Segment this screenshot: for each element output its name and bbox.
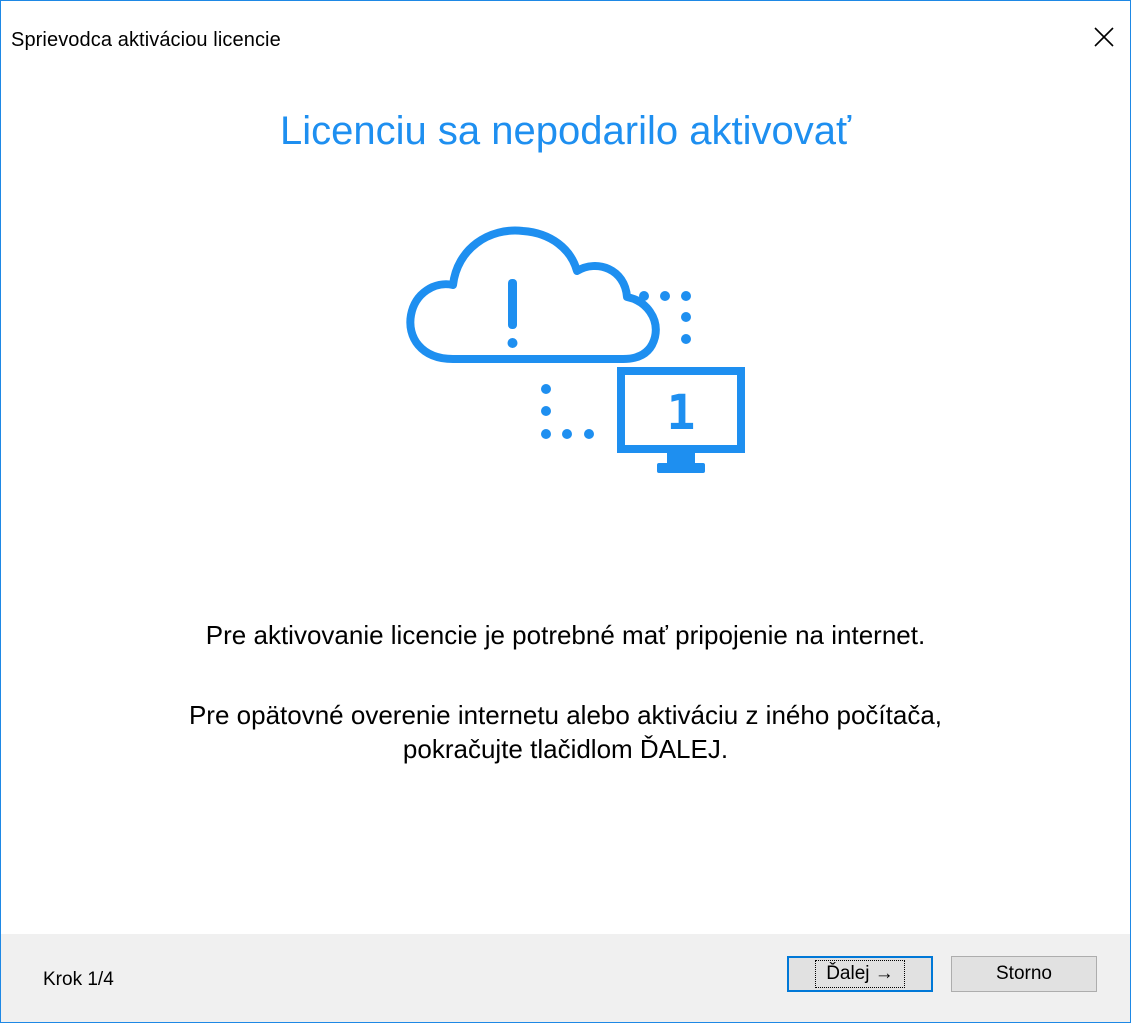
continue-instructions-message: Pre opätovné overenie internetu alebo ak… [1,698,1130,766]
continue-instructions-line2: pokračujte tlačidlom ĎALEJ. [402,734,729,764]
page-headline: Licenciu sa nepodarilo aktivovať [280,109,851,153]
cloud-warning-icon [406,226,660,363]
continue-instructions-line1: Pre opätovné overenie internetu alebo ak… [188,700,943,730]
window-title: Sprievodca aktiváciou licencie [11,29,281,51]
next-button[interactable]: Ďalej → [787,956,933,992]
monitor-icon: 1 [617,367,745,473]
title-bar[interactable]: Sprievodca aktiváciou licencie [1,1,1130,71]
cancel-button[interactable]: Storno [951,956,1097,992]
monitor-number: 1 [667,385,696,441]
step-indicator: Krok 1/4 [43,969,114,990]
activation-wizard-window: Sprievodca aktiváciou licencie Licenciu … [0,0,1131,1023]
internet-required-message: Pre aktivovanie licencie je potrebné mať… [205,620,926,650]
close-icon [1094,27,1114,47]
wizard-footer: Krok 1/4 Ďalej → Storno [1,934,1130,1022]
close-button[interactable] [1078,15,1130,59]
next-button-label: Ďalej → [815,960,905,988]
activation-failed-illustration: 1 [406,226,745,473]
